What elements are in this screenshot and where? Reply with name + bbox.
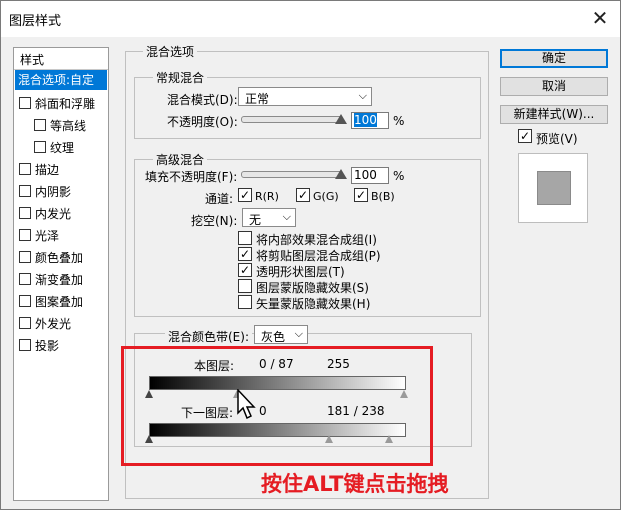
style-item-contour[interactable]: 等高线 — [34, 116, 86, 136]
new-style-button[interactable]: 新建样式(W)... — [500, 105, 608, 124]
fill-opacity-percent: % — [393, 169, 405, 183]
opacity-input[interactable]: 100 — [351, 112, 389, 129]
opacity-slider[interactable] — [241, 116, 343, 123]
style-preview — [518, 153, 588, 223]
close-icon[interactable]: ✕ — [586, 5, 614, 31]
blend-interior-effects-checkbox[interactable] — [238, 231, 252, 245]
annotation-text: 按住ALT键点击拖拽 — [261, 472, 449, 496]
vector-mask-hides-checkbox[interactable] — [238, 295, 252, 309]
style-item-label: 混合选项:自定 — [18, 73, 95, 87]
checkbox[interactable] — [19, 251, 31, 263]
style-item-label: 内发光 — [35, 207, 72, 221]
checkbox[interactable] — [19, 207, 31, 219]
cancel-button[interactable]: 取消 — [500, 77, 608, 96]
style-item-label: 等高线 — [50, 119, 87, 133]
blend-interior-effects-label: 将内部效果混合成组(I) — [256, 233, 377, 247]
channel-r-label: R(R) — [255, 190, 279, 203]
style-list: 样式 混合选项:自定 斜面和浮雕 等高线 纹理 描边 内阴影 内发光 光泽 颜色… — [13, 47, 109, 501]
highlight-box — [121, 346, 433, 466]
layer-mask-hides-checkbox[interactable] — [238, 279, 252, 293]
checkbox[interactable] — [19, 185, 31, 197]
style-item-label: 描边 — [35, 163, 60, 177]
checkbox[interactable] — [34, 119, 46, 131]
channel-b-checkbox[interactable]: ✓ — [354, 188, 368, 202]
style-item-label: 图案叠加 — [35, 295, 84, 309]
style-item-texture[interactable]: 纹理 — [34, 138, 74, 158]
vector-mask-hides-label: 矢量蒙版隐藏效果(H) — [256, 297, 371, 311]
style-item-satin[interactable]: 光泽 — [19, 226, 59, 246]
channel-g-checkbox[interactable]: ✓ — [296, 188, 310, 202]
style-item-bevel-emboss[interactable]: 斜面和浮雕 — [19, 94, 95, 114]
knockout-label: 挖空(N): — [191, 214, 238, 228]
style-preview-swatch — [537, 171, 571, 205]
style-item-stroke[interactable]: 描边 — [19, 160, 59, 180]
style-item-inner-glow[interactable]: 内发光 — [19, 204, 71, 224]
opacity-percent: % — [393, 114, 405, 128]
checkbox[interactable] — [19, 295, 31, 307]
chevron-down-icon: ⌵ — [282, 210, 291, 223]
style-item-pattern-overlay[interactable]: 图案叠加 — [19, 292, 83, 312]
style-list-header-label: 样式 — [20, 53, 45, 67]
style-item-color-overlay[interactable]: 颜色叠加 — [19, 248, 83, 268]
blend-clipped-layers-checkbox[interactable]: ✓ — [238, 247, 252, 261]
style-item-drop-shadow[interactable]: 投影 — [19, 336, 59, 356]
transparency-shapes-label: 透明形状图层(T) — [256, 265, 345, 279]
style-item-inner-shadow[interactable]: 内阴影 — [19, 182, 71, 202]
style-item-blending-options[interactable]: 混合选项:自定 — [15, 70, 107, 90]
blend-if-value: 灰色 — [261, 330, 286, 344]
style-list-header: 样式 — [14, 48, 108, 70]
channels-label: 通道: — [205, 192, 234, 206]
fill-opacity-label: 填充不透明度(F): — [145, 170, 238, 184]
opacity-label: 不透明度(O): — [167, 115, 238, 129]
fill-opacity-value: 100 — [354, 168, 377, 182]
channel-r-checkbox[interactable]: ✓ — [238, 188, 252, 202]
checkbox[interactable] — [19, 97, 31, 109]
style-item-label: 纹理 — [50, 141, 75, 155]
checkbox[interactable] — [19, 317, 31, 329]
blend-clipped-layers-label: 将剪贴图层混合成组(P) — [256, 249, 381, 263]
style-item-outer-glow[interactable]: 外发光 — [19, 314, 71, 334]
dialog-title: 图层样式 — [9, 14, 62, 29]
layer-style-dialog: 图层样式 ✕ 样式 混合选项:自定 斜面和浮雕 等高线 纹理 描边 内阴影 内发… — [0, 0, 621, 510]
style-item-label: 光泽 — [35, 229, 60, 243]
style-item-label: 外发光 — [35, 317, 72, 331]
blend-mode-select[interactable]: 正常 ⌵ — [238, 87, 372, 106]
checkbox[interactable] — [19, 339, 31, 351]
style-item-label: 颜色叠加 — [35, 251, 84, 265]
layer-mask-hides-label: 图层蒙版隐藏效果(S) — [256, 281, 369, 295]
style-item-gradient-overlay[interactable]: 渐变叠加 — [19, 270, 83, 290]
blending-options-title: 混合选项 — [143, 43, 198, 60]
fill-opacity-input[interactable]: 100 — [351, 167, 389, 184]
channel-b-label: B(B) — [371, 190, 395, 203]
knockout-select[interactable]: 无 ⌵ — [242, 208, 296, 227]
fill-opacity-slider[interactable] — [241, 171, 343, 178]
chevron-down-icon: ⌵ — [294, 327, 303, 340]
ok-button[interactable]: 确定 — [500, 49, 608, 68]
blend-if-label: 混合颜色带(E): — [165, 328, 252, 345]
advanced-blending-title: 高级混合 — [153, 151, 208, 168]
style-item-label: 斜面和浮雕 — [35, 97, 96, 111]
blend-mode-label: 混合模式(D): — [167, 93, 238, 107]
knockout-value: 无 — [249, 213, 262, 227]
opacity-value: 100 — [354, 113, 377, 127]
opacity-slider-thumb[interactable] — [335, 114, 347, 124]
preview-checkbox[interactable]: ✓ — [518, 129, 532, 143]
fill-opacity-slider-thumb[interactable] — [335, 169, 347, 179]
checkbox[interactable] — [19, 163, 31, 175]
style-item-label: 渐变叠加 — [35, 273, 84, 287]
checkbox[interactable] — [34, 141, 46, 153]
title-bar: 图层样式 ✕ — [1, 1, 620, 37]
blend-if-select[interactable]: 灰色 ⌵ — [254, 325, 308, 344]
blend-mode-value: 正常 — [245, 92, 270, 106]
style-item-label: 投影 — [35, 339, 60, 353]
checkbox[interactable] — [19, 229, 31, 241]
transparency-shapes-checkbox[interactable]: ✓ — [238, 263, 252, 277]
channel-g-label: G(G) — [313, 190, 339, 203]
preview-label: 预览(V) — [536, 132, 578, 146]
style-item-label: 内阴影 — [35, 185, 72, 199]
checkbox[interactable] — [19, 273, 31, 285]
general-blending-title: 常规混合 — [153, 69, 208, 86]
chevron-down-icon: ⌵ — [358, 89, 367, 102]
